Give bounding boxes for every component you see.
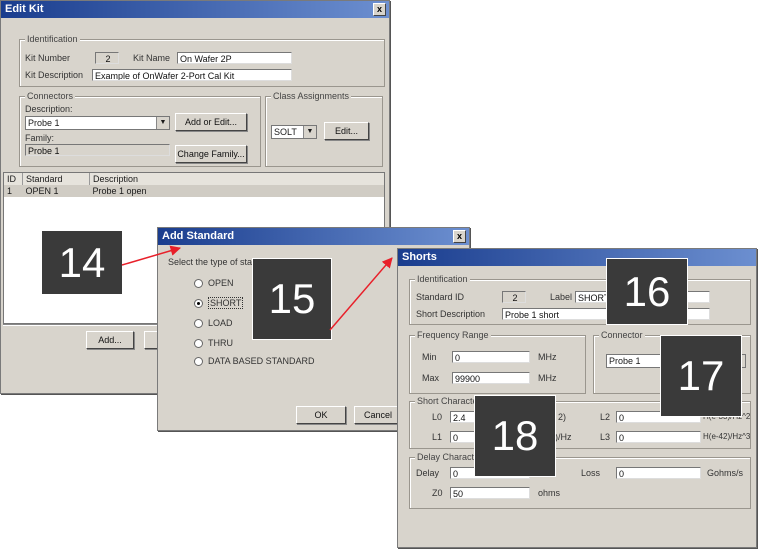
loss-label: Loss <box>581 468 601 478</box>
delay-characteristics-legend: Delay Characte <box>415 452 482 462</box>
class-assignments-group: Class Assignments SOLT ▼ Edit... <box>265 91 383 167</box>
l3-label: L3 <box>600 432 611 442</box>
class-assignments-legend: Class Assignments <box>271 91 352 101</box>
add-standard-title-bar[interactable]: Add Standard x <box>158 228 469 245</box>
ok-button[interactable]: OK <box>296 406 346 424</box>
close-icon[interactable]: x <box>453 230 466 243</box>
connector-legend: Connector <box>599 330 645 340</box>
change-family-button[interactable]: Change Family... <box>175 145 247 163</box>
radio-thru[interactable]: THRU <box>194 338 233 349</box>
kit-description-label: Kit Description <box>25 70 84 80</box>
family-label: Family: <box>25 133 54 143</box>
label-label: Label <box>550 292 573 302</box>
kit-number-label: Kit Number <box>25 53 71 63</box>
shorts-identification-group: Identification Standard ID 2 Label SHORT… <box>409 274 751 325</box>
add-or-edit-button[interactable]: Add or Edit... <box>175 113 247 131</box>
loss-unit: Gohms/s <box>707 468 744 478</box>
shorts-title: Shorts <box>402 251 437 263</box>
row-description: Probe 1 open <box>92 186 147 196</box>
connector-description-value: Probe 1 <box>28 118 60 128</box>
class-edit-button[interactable]: Edit... <box>324 122 369 140</box>
kit-number-field[interactable]: 2 <box>95 52 119 64</box>
callout-18: 18 <box>474 395 556 477</box>
radio-label: SHORT <box>208 297 244 309</box>
frequency-range-group: Frequency Range Min 0 MHz Max 99900 MHz <box>409 330 586 394</box>
max-label: Max <box>422 373 440 383</box>
column-header-id[interactable]: ID <box>4 173 23 185</box>
l0-label: L0 <box>432 412 443 422</box>
l2-label: L2 <box>600 412 611 422</box>
column-header-standard[interactable]: Standard <box>22 173 90 185</box>
class-select[interactable]: SOLT ▼ <box>271 125 317 139</box>
z0-label: Z0 <box>432 488 443 498</box>
short-characteristics-legend: Short Character <box>415 396 483 406</box>
class-value: SOLT <box>274 127 297 137</box>
edit-kit-title-bar[interactable]: Edit Kit x <box>1 1 389 18</box>
callout-15: 15 <box>252 258 332 340</box>
radio-icon <box>194 319 203 329</box>
select-type-prompt: Select the type of stan <box>168 257 258 267</box>
chevron-down-icon[interactable]: ▼ <box>156 117 169 129</box>
cancel-button[interactable]: Cancel <box>354 406 402 424</box>
callout-16: 16 <box>606 258 688 325</box>
row-standard: OPEN 1 <box>25 186 59 196</box>
short-description-label: Short Description <box>416 309 486 319</box>
kit-description-input[interactable]: Example of OnWafer 2-Port Cal Kit <box>92 69 292 81</box>
radio-icon <box>194 339 203 349</box>
edit-kit-title: Edit Kit <box>5 3 44 15</box>
callout-17: 17 <box>660 335 742 417</box>
kit-name-input[interactable]: On Wafer 2P <box>177 52 292 64</box>
row-id: 1 <box>7 186 13 196</box>
radio-label: DATA BASED STANDARD <box>208 356 315 366</box>
radio-open[interactable]: OPEN <box>194 278 234 289</box>
standard-id-field: 2 <box>502 291 526 303</box>
shorts-identification-legend: Identification <box>415 274 470 284</box>
connector-description-label: Description: <box>25 104 73 114</box>
radio-label: OPEN <box>208 278 234 288</box>
column-header-description[interactable]: Description <box>90 173 385 185</box>
min-unit: MHz <box>538 352 557 362</box>
connector-description-select[interactable]: Probe 1 ▼ <box>25 116 170 130</box>
family-field: Probe 1 <box>25 144 170 156</box>
kit-name-label: Kit Name <box>133 53 171 63</box>
z0-unit: ohms <box>538 488 561 498</box>
add-standard-title: Add Standard <box>162 230 235 242</box>
l1-label: L1 <box>432 432 443 442</box>
l3-unit: H(e-42)/Hz^3 <box>703 432 751 441</box>
close-icon[interactable]: x <box>373 3 386 16</box>
min-frequency-input[interactable]: 0 <box>452 351 530 363</box>
identification-group: Identification Kit Number 2 Kit Name On … <box>19 34 385 87</box>
l3-input[interactable]: 0 <box>616 431 701 443</box>
shorts-title-bar[interactable]: Shorts <box>398 249 756 266</box>
table-row[interactable]: 1 OPEN 1 Probe 1 open <box>4 185 384 197</box>
min-label: Min <box>422 352 437 362</box>
connector-value: Probe 1 <box>609 356 641 366</box>
max-unit: MHz <box>538 373 557 383</box>
z0-input[interactable]: 50 <box>450 487 530 499</box>
radio-label: THRU <box>208 338 233 348</box>
standard-id-label: Standard ID <box>416 292 465 302</box>
radio-load[interactable]: LOAD <box>194 318 233 329</box>
add-button[interactable]: Add... <box>86 331 134 349</box>
radio-short[interactable]: SHORT <box>194 297 244 309</box>
delay-characteristics-group: Delay Characte Delay 0 Loss 0 Gohms/s Z0… <box>409 452 751 509</box>
chevron-down-icon[interactable]: ▼ <box>303 126 316 138</box>
l0-unit: 2) <box>558 412 567 422</box>
loss-input[interactable]: 0 <box>616 467 701 479</box>
radio-label: LOAD <box>208 318 233 328</box>
max-frequency-input[interactable]: 99900 <box>452 372 530 384</box>
identification-legend: Identification <box>25 34 80 44</box>
delay-label: Delay <box>416 468 440 478</box>
radio-icon <box>194 279 203 289</box>
radio-icon <box>194 357 203 367</box>
standards-table: ID Standard Description 1 OPEN 1 Probe 1… <box>4 173 384 197</box>
radio-data-based-standard[interactable]: DATA BASED STANDARD <box>194 356 315 367</box>
radio-selected-icon <box>194 299 203 309</box>
frequency-range-legend: Frequency Range <box>415 330 491 340</box>
connectors-legend: Connectors <box>25 91 76 101</box>
callout-14: 14 <box>41 230 123 295</box>
connectors-group: Connectors Description: Probe 1 ▼ Add or… <box>19 91 261 167</box>
